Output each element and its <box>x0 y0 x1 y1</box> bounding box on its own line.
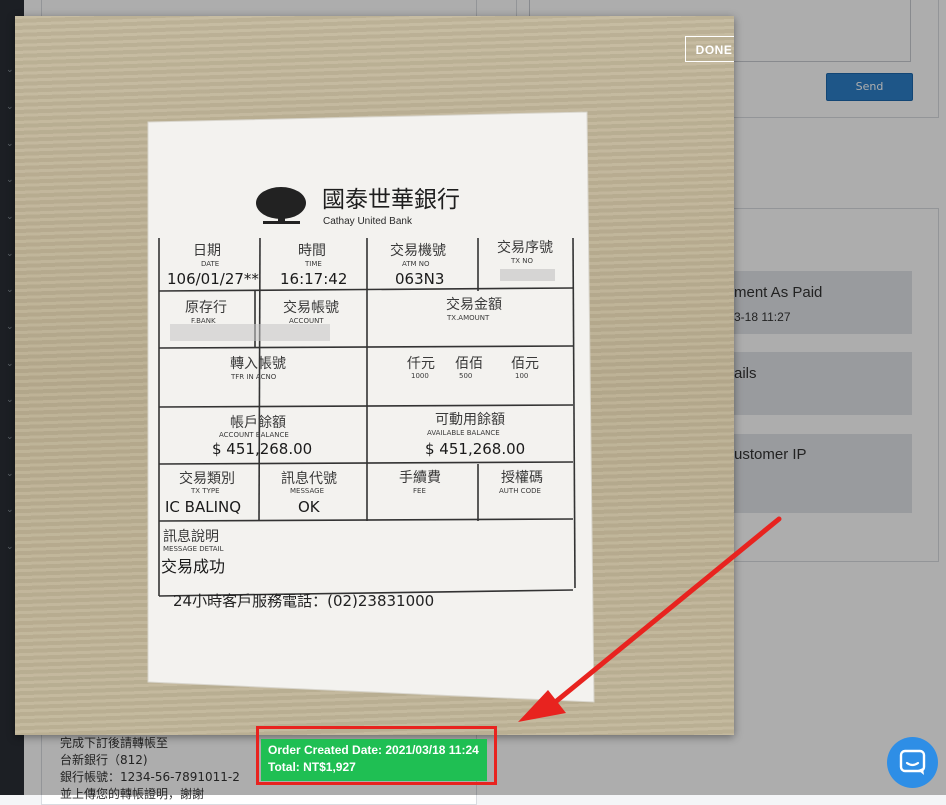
chat-launcher-button[interactable] <box>887 737 938 788</box>
chat-bubble-icon <box>899 749 926 775</box>
red-arrow-annotation <box>518 516 782 722</box>
order-created-date: Order Created Date: 2021/03/18 11:24 <box>268 743 479 757</box>
order-info-badge: Order Created Date: 2021/03/18 11:24 Tot… <box>261 739 487 781</box>
order-total: Total: NT$1,927 <box>268 760 356 774</box>
